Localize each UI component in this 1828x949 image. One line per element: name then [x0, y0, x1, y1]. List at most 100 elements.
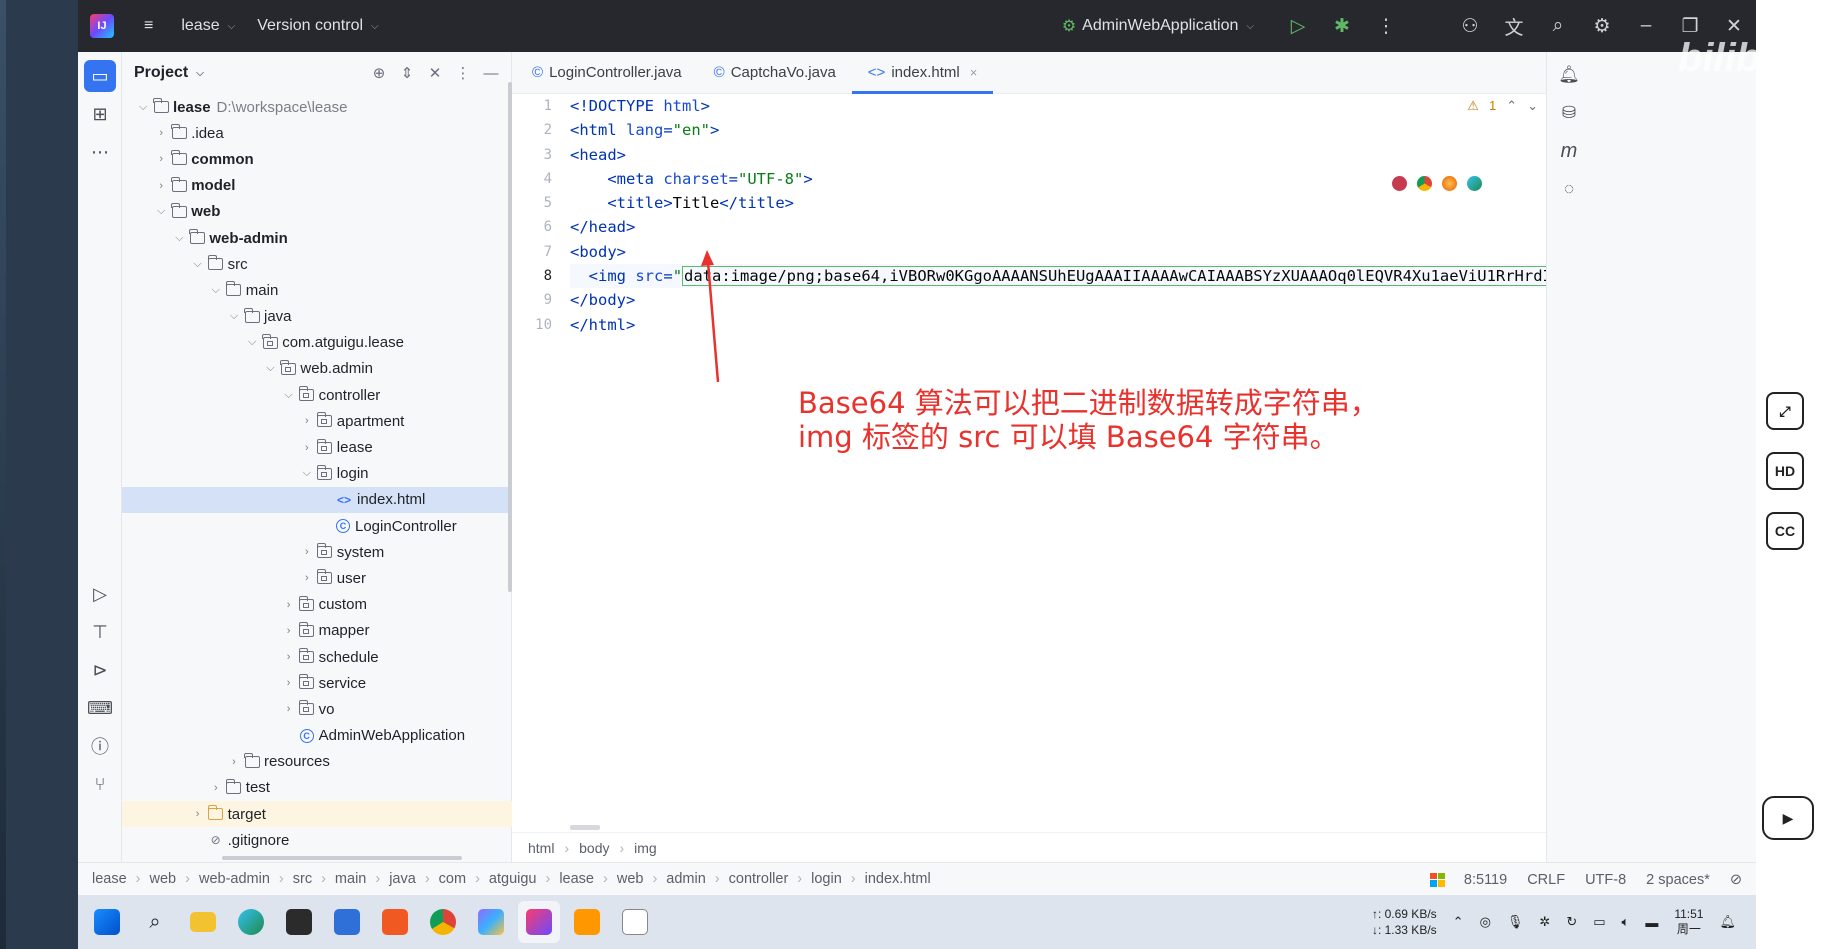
nav-path-item[interactable]: atguigu — [489, 871, 537, 887]
battery-icon[interactable]: ▬ — [1645, 915, 1658, 930]
run-config-selector[interactable]: ⚙ AdminWebApplication ⌵ — [1062, 16, 1254, 36]
tree-item[interactable]: ⌵ login — [122, 461, 512, 487]
nav-path-item[interactable]: web — [150, 871, 177, 887]
file-encoding[interactable]: UTF-8 — [1585, 872, 1626, 888]
tree-item[interactable]: › user — [122, 565, 512, 591]
collapse-all-icon[interactable]: ✕ — [425, 64, 445, 82]
chevron-down-icon[interactable]: ⌵ — [207, 284, 225, 297]
ai-assistant-icon[interactable]: ◌ — [1554, 174, 1584, 204]
options-icon[interactable]: ⋮ — [453, 64, 473, 82]
run-icon[interactable]: ▷ — [1276, 15, 1320, 38]
tree-item[interactable]: ⌵ web-admin — [122, 225, 512, 251]
breadcrumb-item[interactable]: img — [634, 840, 657, 856]
version-control-menu[interactable]: Version control ⌵ — [257, 0, 378, 52]
chevron-down-icon[interactable]: ⌵ — [225, 310, 243, 323]
display-icon[interactable]: ▭ — [1593, 914, 1605, 930]
code-line[interactable]: <html lang="en"> — [570, 118, 1546, 142]
tree-item[interactable]: › .idea — [122, 120, 512, 146]
chevron-right-icon[interactable]: › — [280, 599, 298, 611]
chevron-right-icon[interactable]: › — [207, 782, 225, 794]
code-line[interactable]: <!DOCTYPE html> — [570, 94, 1546, 118]
nav-path-item[interactable]: admin — [666, 871, 706, 887]
translate-icon[interactable]: 文 — [1492, 13, 1536, 40]
chevron-right-icon[interactable]: › — [280, 677, 298, 689]
chevron-down-icon[interactable]: ⌵ — [298, 467, 316, 480]
next-highlight-icon[interactable]: ⌄ — [1527, 98, 1538, 114]
build-tool-icon[interactable]: ⊤ — [84, 616, 116, 648]
chevron-right-icon[interactable]: › — [298, 415, 316, 427]
tree-item[interactable]: ⌵ web — [122, 199, 512, 225]
tree-item[interactable]: › lease — [122, 434, 512, 460]
chevron-down-icon[interactable]: ⌵ — [170, 232, 188, 245]
debug-icon[interactable]: ✱ — [1320, 15, 1364, 38]
store-taskbar-icon[interactable] — [326, 901, 368, 943]
search-icon[interactable]: ⌕ — [134, 901, 176, 943]
tree-item[interactable]: › system — [122, 539, 512, 565]
chevron-down-icon[interactable]: ⌵ — [280, 389, 298, 402]
problems-tool-icon[interactable]: ⓘ — [84, 730, 116, 762]
code-line[interactable]: <title>Title</title> — [570, 191, 1546, 215]
nav-path-item[interactable]: lease — [92, 871, 127, 887]
chevron-right-icon[interactable]: › — [298, 572, 316, 584]
expand-all-icon[interactable]: ⇕ — [397, 64, 417, 82]
tree-item[interactable]: C AdminWebApplication — [122, 723, 512, 749]
project-panel-title[interactable]: Project — [134, 64, 188, 82]
structure-tool-icon[interactable]: ⊞ — [84, 98, 116, 130]
play-icon[interactable]: ▶ — [1762, 796, 1814, 840]
nav-path-item[interactable]: web-admin — [199, 871, 270, 887]
caret-position[interactable]: 8:5119 — [1464, 872, 1507, 888]
tree-item[interactable]: › model — [122, 173, 512, 199]
tree-item[interactable]: ⌵ com.atguigu.lease — [122, 330, 512, 356]
inspection-widget[interactable]: ⚠ 1 ⌃ ⌄ — [1467, 98, 1538, 114]
nav-path-item[interactable]: web — [617, 871, 644, 887]
account-icon[interactable]: ⚇ — [1448, 15, 1492, 38]
tree-item[interactable]: › service — [122, 670, 512, 696]
tree-item[interactable]: › vo — [122, 696, 512, 722]
tree-horizontal-scrollbar[interactable] — [222, 856, 462, 860]
tree-item[interactable]: › resources — [122, 749, 512, 775]
notification-bell-icon[interactable]: 🔔︎ — [1719, 914, 1736, 930]
read-only-lock-icon[interactable]: ⊘ — [1730, 872, 1742, 888]
fullscreen-icon[interactable]: ⤢ — [1766, 392, 1804, 430]
nav-path-item[interactable]: src — [293, 871, 312, 887]
run-tool-icon[interactable]: ▷ — [84, 578, 116, 610]
tree-item[interactable]: ⌵ src — [122, 251, 512, 277]
chevron-right-icon[interactable]: › — [280, 703, 298, 715]
chevron-down-icon[interactable]: ⌵ — [152, 205, 170, 218]
intellij-logo-icon[interactable]: IJ — [90, 14, 114, 38]
editor-tab[interactable]: © CaptchaVo.java — [698, 51, 852, 93]
database-icon[interactable]: ⛁ — [1554, 98, 1584, 128]
more-actions-icon[interactable]: ⋮ — [1364, 15, 1408, 38]
close-window-icon[interactable]: ✕ — [1712, 15, 1756, 38]
chevron-right-icon[interactable]: › — [152, 153, 170, 165]
more-tools-icon[interactable]: ⋯ — [84, 136, 116, 168]
tree-item[interactable]: ⌵ main — [122, 277, 512, 303]
office-taskbar-icon[interactable] — [374, 901, 416, 943]
nav-path-item[interactable]: main — [335, 871, 366, 887]
tray-settings-icon[interactable]: ✲ — [1539, 914, 1550, 930]
minimize-icon[interactable]: – — [1624, 15, 1668, 37]
nav-path-item[interactable]: com — [439, 871, 466, 887]
chevron-right-icon[interactable]: › — [298, 442, 316, 454]
tray-expand-icon[interactable]: ⌃ — [1453, 914, 1464, 930]
terminal-taskbar-icon[interactable] — [278, 901, 320, 943]
start-button[interactable] — [86, 901, 128, 943]
search-icon[interactable]: ⌕ — [1536, 15, 1580, 37]
nav-path-item[interactable]: lease — [559, 871, 594, 887]
previous-highlight-icon[interactable]: ⌃ — [1506, 98, 1517, 114]
git-tool-icon[interactable]: ⑂ — [84, 768, 116, 800]
breadcrumb-item[interactable]: html — [528, 840, 554, 856]
project-selector[interactable]: lease ⌵ — [181, 0, 235, 52]
tree-item[interactable]: › test — [122, 775, 512, 801]
code-line[interactable]: </head> — [570, 215, 1546, 239]
tree-item[interactable]: › schedule — [122, 644, 512, 670]
tree-item[interactable]: › apartment — [122, 408, 512, 434]
chevron-down-icon[interactable]: ⌵ — [134, 101, 152, 114]
settings-gear-icon[interactable]: ⚙ — [1580, 15, 1624, 38]
editor-tab[interactable]: © LoginController.java — [516, 51, 698, 93]
editor-tab[interactable]: <> index.html × — [851, 51, 994, 94]
tree-item[interactable]: › custom — [122, 592, 512, 618]
tree-item[interactable]: › target — [122, 801, 512, 828]
hide-panel-icon[interactable]: — — [481, 65, 501, 82]
clock[interactable]: 11:51 周一 — [1674, 907, 1703, 937]
